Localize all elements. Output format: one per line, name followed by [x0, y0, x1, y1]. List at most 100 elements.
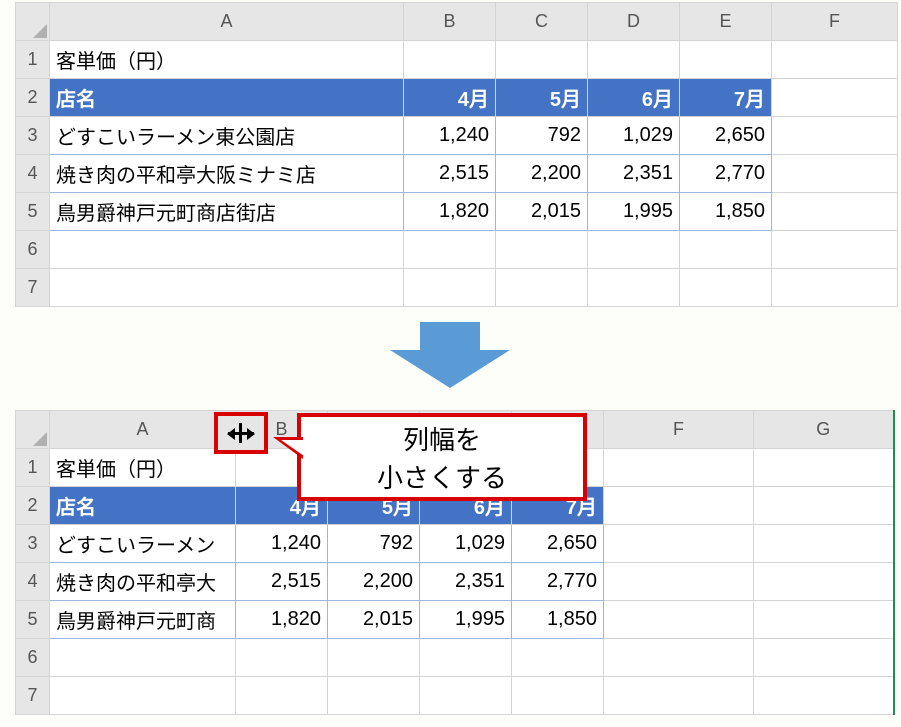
cell[interactable]: 2,650	[680, 117, 772, 155]
cell[interactable]	[496, 41, 588, 79]
row-header-2[interactable]: 2	[16, 79, 50, 117]
cell[interactable]	[772, 79, 898, 117]
table-row[interactable]: 5 鳥男爵神戸元町商店街店 1,820 2,015 1,995 1,850	[16, 193, 898, 231]
table-row[interactable]: 5 鳥男爵神戸元町商 1,820 2,015 1,995 1,850	[16, 601, 894, 639]
select-all-corner[interactable]	[16, 411, 50, 449]
cell[interactable]	[588, 41, 680, 79]
cell[interactable]	[50, 639, 236, 677]
cell[interactable]	[680, 41, 772, 79]
cell[interactable]	[496, 231, 588, 269]
cell[interactable]: 5月	[496, 79, 588, 117]
cell[interactable]: 2,770	[680, 155, 772, 193]
cell[interactable]	[772, 155, 898, 193]
cell[interactable]: 792	[496, 117, 588, 155]
table-row[interactable]: 1 客単価（円）	[16, 41, 898, 79]
cell[interactable]: 4月	[404, 79, 496, 117]
cell[interactable]	[50, 231, 404, 269]
table-row[interactable]: 7	[16, 269, 898, 307]
cell[interactable]: 6月	[588, 79, 680, 117]
cell[interactable]	[420, 677, 512, 715]
cell[interactable]: 2,200	[496, 155, 588, 193]
cell[interactable]	[588, 269, 680, 307]
col-header-A[interactable]: A	[50, 3, 404, 41]
cell[interactable]	[328, 639, 420, 677]
cell[interactable]	[328, 677, 420, 715]
table-row[interactable]: 3 どすこいラーメン 1,240 792 1,029 2,650	[16, 525, 894, 563]
cell[interactable]: 1,850	[680, 193, 772, 231]
col-header-D[interactable]: D	[588, 3, 680, 41]
table-row[interactable]: 6	[16, 231, 898, 269]
cell[interactable]: 店名	[50, 487, 236, 525]
row-header-1[interactable]: 1	[16, 41, 50, 79]
cell[interactable]: 2,515	[404, 155, 496, 193]
cell[interactable]	[604, 487, 754, 525]
cell[interactable]	[50, 677, 236, 715]
col-header-C[interactable]: C	[496, 3, 588, 41]
cell[interactable]	[680, 231, 772, 269]
cell[interactable]: 792	[328, 525, 420, 563]
cell[interactable]	[604, 449, 754, 487]
table-row[interactable]: 3 どすこいラーメン東公園店 1,240 792 1,029 2,650	[16, 117, 898, 155]
table-row[interactable]: 2 店名 4月 5月 6月 7月	[16, 79, 898, 117]
cell[interactable]: 鳥男爵神戸元町商店街店	[50, 193, 404, 231]
cell[interactable]: どすこいラーメン	[50, 525, 236, 563]
cell[interactable]	[50, 269, 404, 307]
column-header-row[interactable]: A B C D E F	[16, 3, 898, 41]
row-header-3[interactable]: 3	[16, 525, 50, 563]
cell[interactable]: 1,240	[236, 525, 328, 563]
row-header-4[interactable]: 4	[16, 563, 50, 601]
cell[interactable]	[512, 677, 604, 715]
cell[interactable]	[496, 269, 588, 307]
cell[interactable]: 2,015	[328, 601, 420, 639]
row-header-6[interactable]: 6	[16, 231, 50, 269]
cell[interactable]: 2,515	[236, 563, 328, 601]
cell[interactable]	[404, 269, 496, 307]
cell[interactable]	[604, 601, 754, 639]
cell[interactable]: 7月	[680, 79, 772, 117]
cell[interactable]: 1,995	[588, 193, 680, 231]
row-header-7[interactable]: 7	[16, 677, 50, 715]
col-header-E[interactable]: E	[680, 3, 772, 41]
cell[interactable]: 2,200	[328, 563, 420, 601]
col-header-F[interactable]: F	[772, 3, 898, 41]
cell[interactable]: 焼き肉の平和亭大	[50, 563, 236, 601]
row-header-4[interactable]: 4	[16, 155, 50, 193]
cell[interactable]: 1,820	[404, 193, 496, 231]
cell[interactable]	[754, 563, 894, 601]
cell[interactable]	[404, 231, 496, 269]
row-header-2[interactable]: 2	[16, 487, 50, 525]
row-header-5[interactable]: 5	[16, 193, 50, 231]
spreadsheet-before[interactable]: A B C D E F 1 客単価（円） 2 店名 4月 5月 6月 7月 3 …	[15, 2, 898, 307]
cell[interactable]	[512, 639, 604, 677]
table-row[interactable]: 4 焼き肉の平和亭大阪ミナミ店 2,515 2,200 2,351 2,770	[16, 155, 898, 193]
cell[interactable]	[404, 41, 496, 79]
cell[interactable]: 店名	[50, 79, 404, 117]
cell[interactable]	[754, 639, 894, 677]
cell[interactable]: 客単価（円）	[50, 41, 404, 79]
col-header-F[interactable]: F	[604, 411, 754, 449]
cell[interactable]: 1,029	[420, 525, 512, 563]
cell[interactable]: 鳥男爵神戸元町商	[50, 601, 236, 639]
row-header-6[interactable]: 6	[16, 639, 50, 677]
cell[interactable]	[754, 487, 894, 525]
cell[interactable]	[604, 563, 754, 601]
cell[interactable]: 1,820	[236, 601, 328, 639]
cell[interactable]	[754, 525, 894, 563]
cell[interactable]	[420, 639, 512, 677]
cell[interactable]: 1,029	[588, 117, 680, 155]
table-row[interactable]: 7	[16, 677, 894, 715]
cell[interactable]	[772, 269, 898, 307]
cell[interactable]: 1,850	[512, 601, 604, 639]
cell[interactable]	[680, 269, 772, 307]
col-header-B[interactable]: B	[404, 3, 496, 41]
select-all-corner[interactable]	[16, 3, 50, 41]
cell[interactable]	[772, 41, 898, 79]
cell[interactable]	[754, 677, 894, 715]
cell[interactable]: 2,351	[588, 155, 680, 193]
cell[interactable]: 2,351	[420, 563, 512, 601]
cell[interactable]: 2,770	[512, 563, 604, 601]
cell[interactable]	[772, 231, 898, 269]
table-row[interactable]: 6	[16, 639, 894, 677]
cell[interactable]: 客単価（円）	[50, 449, 236, 487]
col-header-G[interactable]: G	[754, 411, 894, 449]
